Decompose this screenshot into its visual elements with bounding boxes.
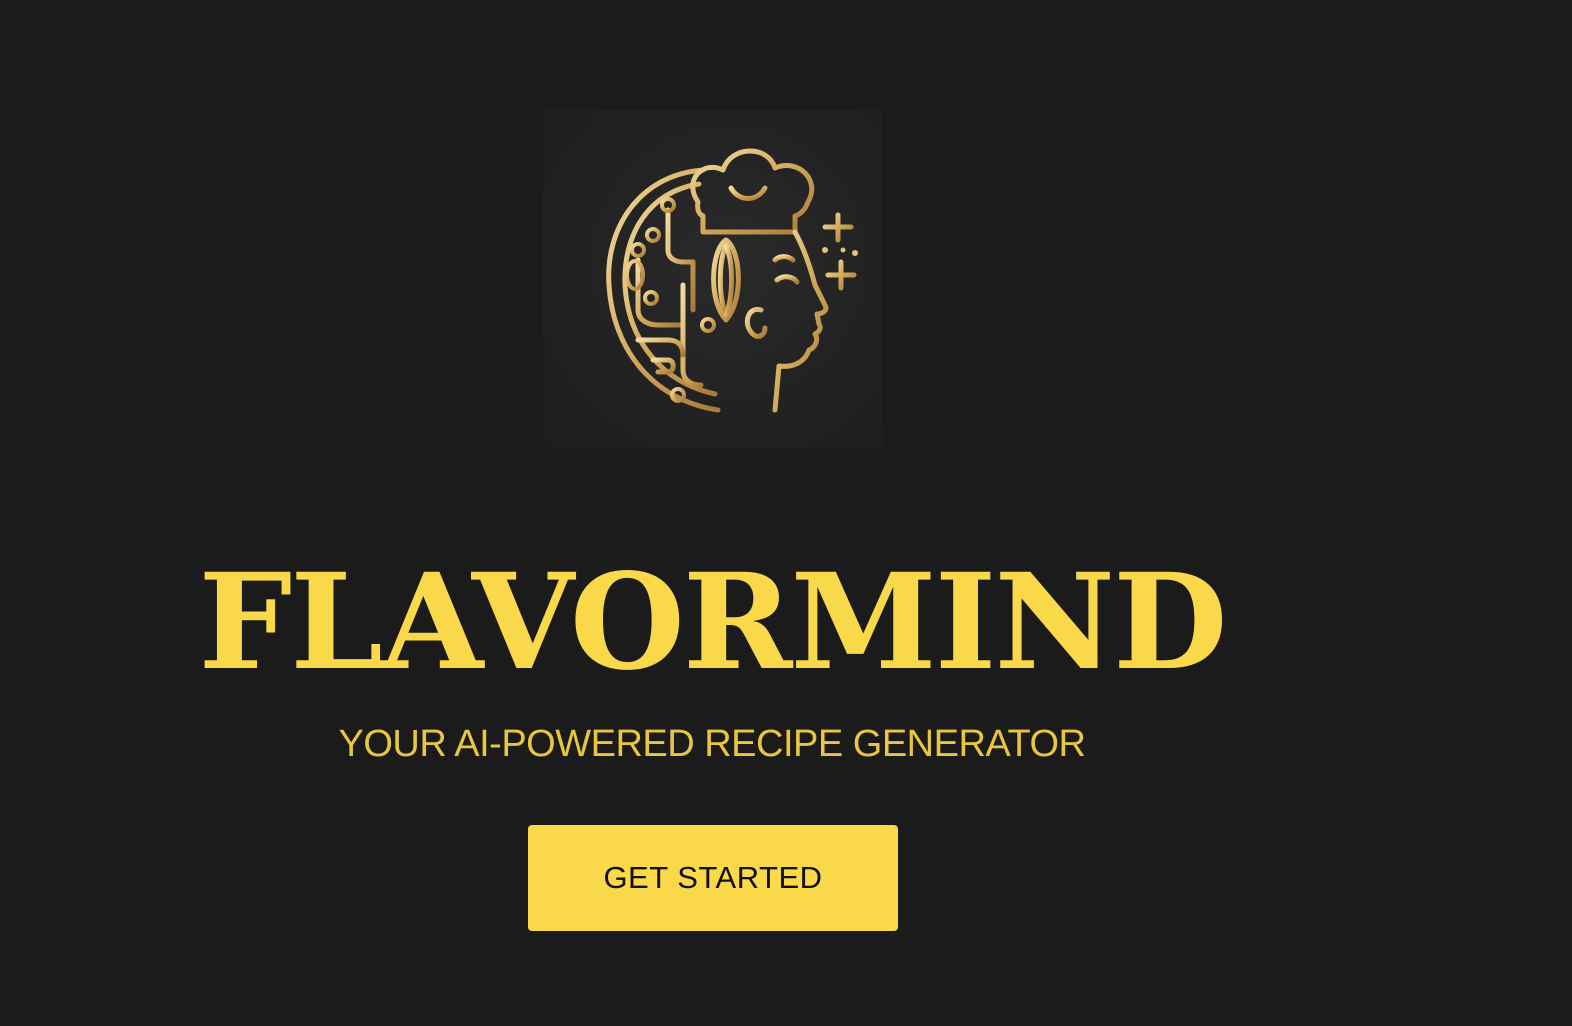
app-title: FLAVORMIND: [198, 545, 1227, 700]
app-tagline: YOUR AI-POWERED RECIPE GENERATOR: [338, 723, 1086, 765]
chef-head-circuit-logo-icon: [606, 148, 858, 413]
landing-page: FLAVORMIND YOUR AI-POWERED RECIPE GENERA…: [0, 0, 1572, 1026]
get-started-button[interactable]: GET STARTED: [528, 825, 898, 931]
logo-image: [543, 110, 882, 449]
